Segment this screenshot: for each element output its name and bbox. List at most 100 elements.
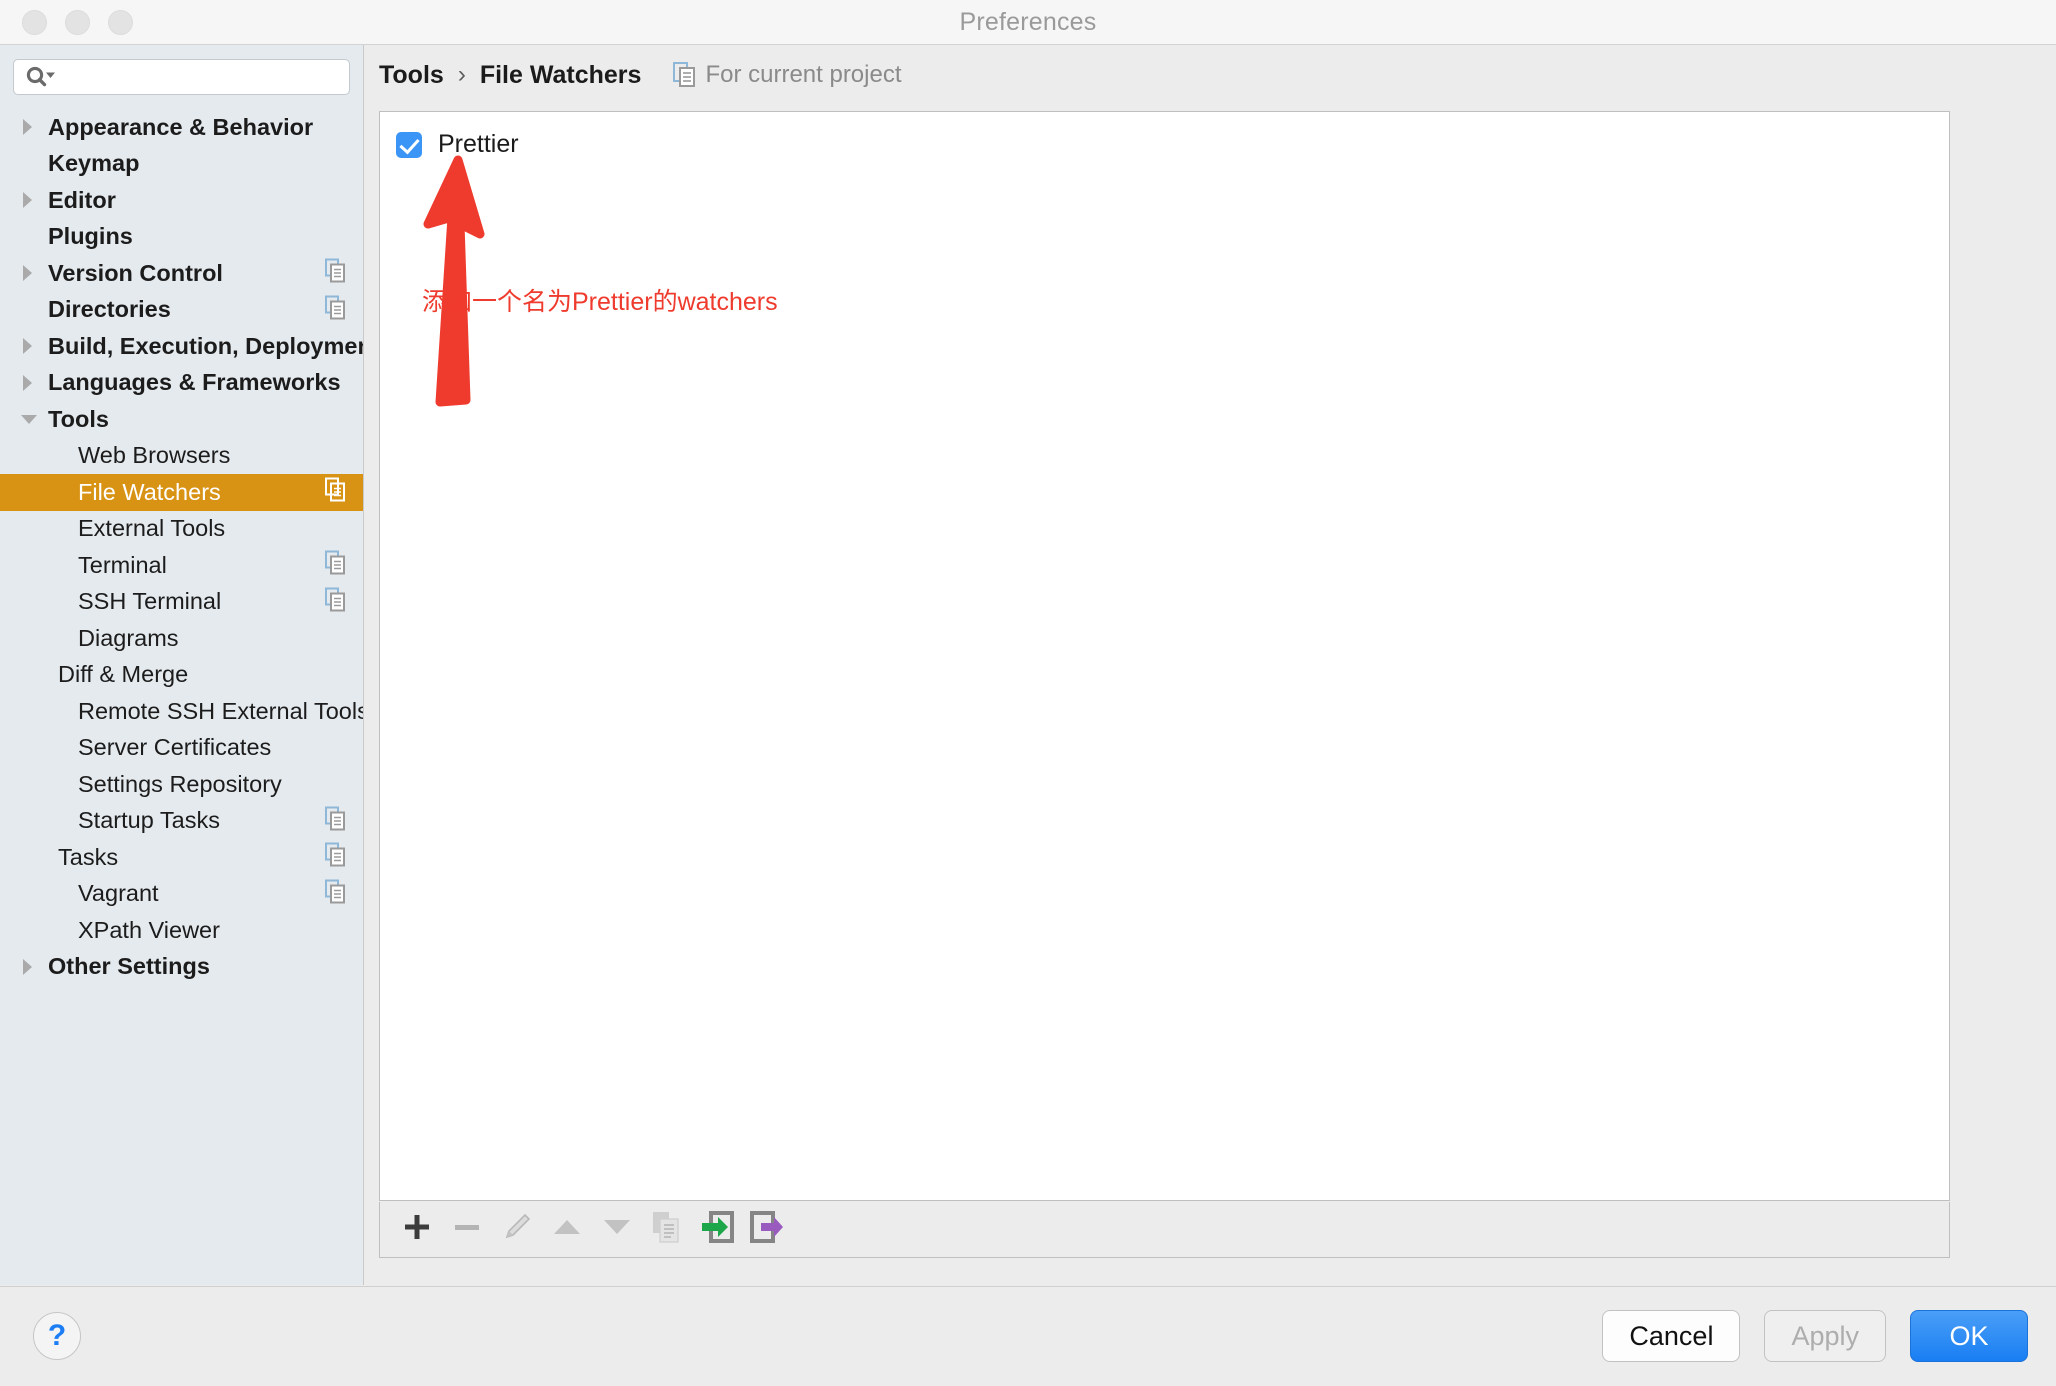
sidebar-item-file-watchers[interactable]: File Watchers	[0, 474, 363, 511]
arrow-up-icon	[552, 1214, 582, 1245]
sidebar-item-label: Diff & Merge	[58, 661, 189, 688]
remove-watcher-button	[442, 1205, 492, 1255]
sidebar-item-label: Other Settings	[48, 953, 210, 980]
expand-toggle	[20, 146, 40, 182]
watcher-enabled-checkbox[interactable]	[396, 131, 422, 158]
sidebar-item-appearance-behavior[interactable]: Appearance & Behavior	[0, 109, 363, 146]
sidebar-item-label: Diagrams	[78, 624, 179, 651]
project-config-icon	[325, 295, 347, 324]
help-button[interactable]: ?	[33, 1312, 81, 1360]
dialog-footer: ? Cancel Apply OK https://blog.csdn.net/…	[0, 1286, 2056, 1386]
sidebar-item-label: External Tools	[78, 515, 226, 542]
scope-indicator: For current project	[673, 61, 902, 89]
sidebar-item-build-execution-deployment[interactable]: Build, Execution, Deployment	[0, 328, 363, 365]
expand-toggle	[50, 547, 70, 583]
search-icon	[26, 66, 55, 87]
expand-toggle[interactable]	[20, 657, 50, 693]
export-icon	[750, 1211, 784, 1248]
sidebar-item-languages-frameworks[interactable]: Languages & Frameworks	[0, 365, 363, 402]
expand-toggle[interactable]	[20, 365, 40, 401]
copy-watcher-button	[642, 1205, 692, 1255]
chevron-right-icon	[23, 119, 32, 136]
export-button[interactable]	[742, 1205, 792, 1255]
project-config-icon	[325, 879, 347, 908]
chevron-right-icon	[23, 192, 32, 209]
sidebar-item-xpath-viewer[interactable]: XPath Viewer	[0, 912, 363, 949]
ok-button[interactable]: OK	[1910, 1310, 2028, 1362]
breadcrumb: Tools › File Watchers For current projec…	[365, 45, 2056, 105]
sidebar-item-label: Plugins	[48, 223, 133, 250]
expand-toggle[interactable]	[20, 839, 50, 875]
import-icon	[700, 1211, 734, 1248]
sidebar-item-keymap[interactable]: Keymap	[0, 146, 363, 183]
sidebar-item-label: Editor	[48, 186, 116, 213]
expand-toggle	[50, 511, 70, 547]
sidebar-item-plugins[interactable]: Plugins	[0, 219, 363, 256]
arrow-down-icon	[602, 1214, 632, 1245]
project-config-icon	[325, 258, 347, 288]
watcher-row[interactable]: Prettier	[380, 112, 1949, 159]
sidebar-item-label: Directories	[48, 296, 171, 323]
sidebar-item-web-browsers[interactable]: Web Browsers	[0, 438, 363, 475]
sidebar-item-server-certificates[interactable]: Server Certificates	[0, 730, 363, 767]
project-config-icon	[325, 477, 347, 507]
pencil-icon	[501, 1211, 533, 1248]
sidebar-item-label: Version Control	[48, 259, 223, 286]
sidebar-item-ssh-terminal[interactable]: SSH Terminal	[0, 584, 363, 621]
chevron-right-icon	[23, 338, 32, 355]
expand-toggle	[50, 912, 70, 948]
add-watcher-button[interactable]	[392, 1205, 442, 1255]
sidebar-item-label: Vagrant	[78, 880, 159, 907]
expand-toggle[interactable]	[20, 109, 40, 145]
sidebar-item-label: Web Browsers	[78, 442, 231, 469]
sidebar-item-diagrams[interactable]: Diagrams	[0, 620, 363, 657]
window-title: Preferences	[959, 7, 1097, 36]
apply-button: Apply	[1764, 1310, 1886, 1362]
sidebar-item-remote-ssh-external-tools[interactable]: Remote SSH External Tools	[0, 693, 363, 730]
breadcrumb-parent[interactable]: Tools	[379, 61, 444, 90]
sidebar-item-startup-tasks[interactable]: Startup Tasks	[0, 803, 363, 840]
chevron-right-icon	[23, 265, 32, 282]
expand-toggle[interactable]	[20, 949, 40, 985]
sidebar-item-label: SSH Terminal	[78, 588, 222, 615]
sidebar-item-directories[interactable]: Directories	[0, 292, 363, 329]
expand-toggle[interactable]	[20, 328, 40, 364]
sidebar-item-terminal[interactable]: Terminal	[0, 547, 363, 584]
sidebar-item-version-control[interactable]: Version Control	[0, 255, 363, 292]
sidebar-item-label: Tools	[48, 405, 109, 432]
expand-toggle	[50, 693, 70, 729]
sidebar-item-tools[interactable]: Tools	[0, 401, 363, 438]
expand-toggle[interactable]	[20, 255, 40, 291]
sidebar-item-label: Settings Repository	[78, 770, 282, 797]
sidebar-item-other-settings[interactable]: Other Settings	[0, 949, 363, 986]
expand-toggle[interactable]	[20, 401, 40, 437]
project-config-icon	[325, 550, 347, 580]
minus-icon	[452, 1212, 482, 1247]
edit-watcher-button	[492, 1205, 542, 1255]
sidebar-item-vagrant[interactable]: Vagrant	[0, 876, 363, 913]
sidebar-item-label: Appearance & Behavior	[48, 113, 314, 140]
annotation-arrow	[423, 155, 485, 407]
annotation-text: 添加一个名为Prettier的watchers	[422, 288, 778, 316]
preferences-window: Preferences Appearance & Behavior Keymap E…	[0, 0, 2056, 1386]
sidebar-item-diff-merge[interactable]: Diff & Merge	[0, 657, 363, 694]
sidebar-item-label: File Watchers	[78, 478, 221, 505]
sidebar-item-settings-repository[interactable]: Settings Repository	[0, 766, 363, 803]
cancel-button[interactable]: Cancel	[1602, 1310, 1741, 1362]
project-config-icon	[673, 62, 696, 87]
sidebar-item-tasks[interactable]: Tasks	[0, 839, 363, 876]
sidebar-item-label: Tasks	[58, 843, 119, 870]
sidebar-item-label: Server Certificates	[78, 734, 272, 761]
expand-toggle[interactable]	[20, 182, 40, 218]
import-button[interactable]	[692, 1205, 742, 1255]
search-area	[0, 45, 363, 95]
expand-toggle	[50, 474, 70, 510]
project-config-icon	[325, 587, 347, 616]
sidebar-item-label: Remote SSH External Tools	[78, 697, 364, 724]
sidebar-item-editor[interactable]: Editor	[0, 182, 363, 219]
expand-toggle	[50, 730, 70, 766]
search-input[interactable]	[13, 59, 350, 95]
breadcrumb-current: File Watchers	[479, 60, 642, 89]
expand-toggle	[20, 219, 40, 255]
sidebar-item-external-tools[interactable]: External Tools	[0, 511, 363, 548]
